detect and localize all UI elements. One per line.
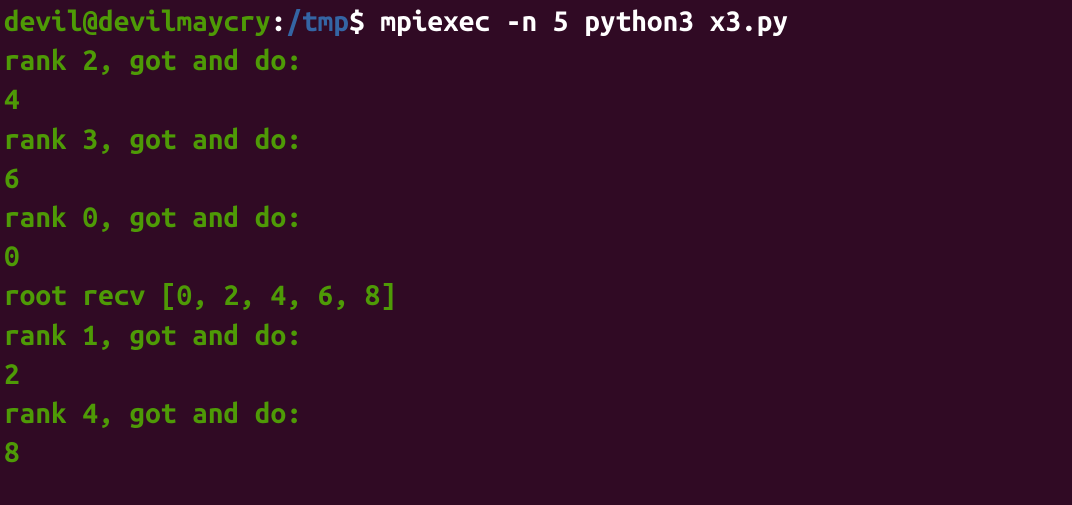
output-line: root recv [0, 2, 4, 6, 8] xyxy=(4,276,1068,315)
prompt-dollar: $ xyxy=(349,6,380,37)
prompt-line: devil@devilmaycry:/tmp$ mpiexec -n 5 pyt… xyxy=(4,2,1068,41)
user-host: devil@devilmaycry xyxy=(4,6,271,37)
output-line: 6 xyxy=(4,159,1068,198)
output-line: rank 1, got and do: xyxy=(4,316,1068,355)
output-line: 2 xyxy=(4,355,1068,394)
terminal-window[interactable]: devil@devilmaycry:/tmp$ mpiexec -n 5 pyt… xyxy=(4,2,1068,472)
output-line: 8 xyxy=(4,433,1068,472)
output-line: rank 3, got and do: xyxy=(4,120,1068,159)
output-line: rank 0, got and do: xyxy=(4,198,1068,237)
command-text: mpiexec -n 5 python3 x3.py xyxy=(380,6,788,37)
prompt-path: /tmp xyxy=(286,6,349,37)
output-line: rank 2, got and do: xyxy=(4,41,1068,80)
output-line: 4 xyxy=(4,80,1068,119)
output-line: rank 4, got and do: xyxy=(4,394,1068,433)
output-line: 0 xyxy=(4,237,1068,276)
prompt-colon: : xyxy=(271,6,287,37)
